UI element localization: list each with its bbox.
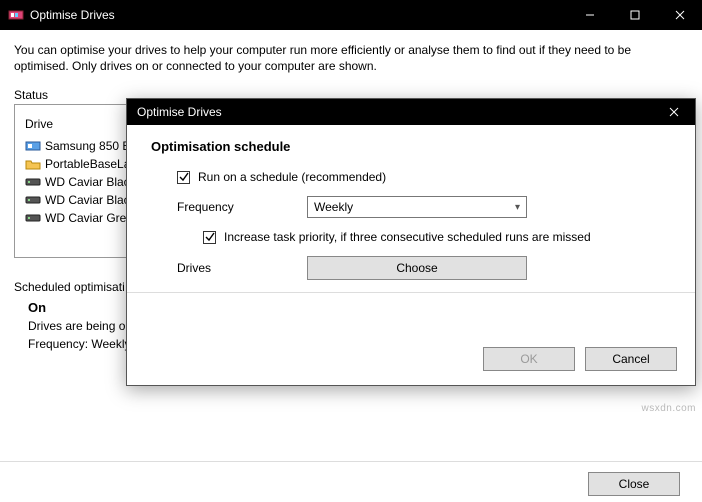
watermark: wsxdn.com [641,403,696,414]
priority-checkbox[interactable] [203,231,216,244]
frequency-select[interactable]: Weekly ▾ [307,196,527,218]
drive-icon [25,157,41,171]
priority-row[interactable]: Increase task priority, if three consecu… [151,230,675,244]
maximize-button[interactable] [612,0,657,30]
cancel-button[interactable]: Cancel [585,347,677,371]
dialog-heading: Optimisation schedule [151,139,675,154]
dialog-title: Optimise Drives [137,105,222,119]
minimize-button[interactable] [567,0,612,30]
outer-window-title: Optimise Drives [30,8,115,22]
drive-name: WD Caviar Black [45,193,136,207]
run-schedule-checkbox[interactable] [177,171,190,184]
ok-button[interactable]: OK [483,347,575,371]
outer-close-button[interactable] [657,0,702,30]
chevron-down-icon: ▾ [515,202,520,213]
run-schedule-row[interactable]: Run on a schedule (recommended) [151,170,675,184]
frequency-label: Frequency [177,200,307,214]
drive-icon [25,193,41,207]
run-schedule-label: Run on a schedule (recommended) [198,170,386,184]
drives-label: Drives [177,261,307,275]
footer-divider [0,461,702,462]
intro-text: You can optimise your drives to help you… [14,42,674,74]
drive-icon [25,211,41,225]
frequency-value: Weekly [314,200,353,214]
drive-name: PortableBaseLay [45,157,136,171]
priority-label: Increase task priority, if three consecu… [224,230,591,244]
dialog-close-button[interactable] [653,99,695,125]
drive-icon [25,139,41,153]
defrag-icon [8,7,24,23]
close-button[interactable]: Close [588,472,680,496]
dialog-titlebar: Optimise Drives [127,99,695,125]
schedule-dialog: Optimise Drives Optimisation schedule Ru… [126,98,696,386]
drive-name: WD Caviar Black [45,175,136,189]
choose-drives-button[interactable]: Choose [307,256,527,280]
dialog-divider [127,292,695,293]
drive-icon [25,175,41,189]
outer-titlebar: Optimise Drives [0,0,702,30]
